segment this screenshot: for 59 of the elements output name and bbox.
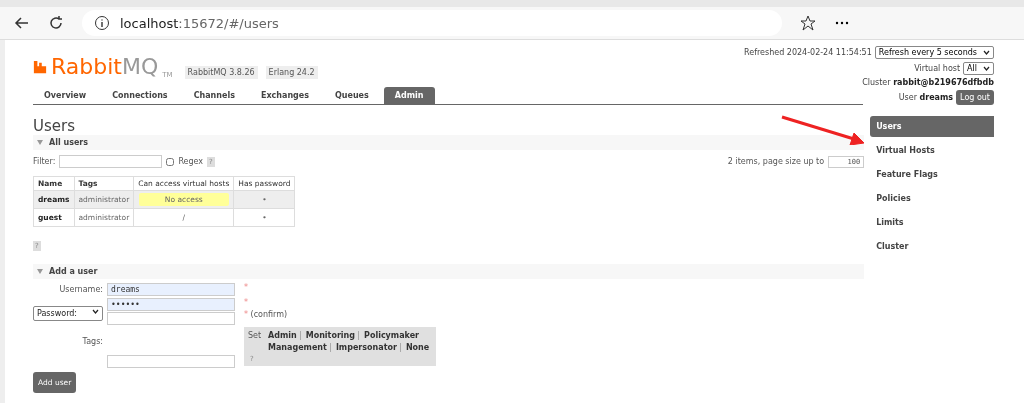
required-mark: *	[244, 310, 248, 319]
tag-link[interactable]: None	[399, 343, 430, 352]
confirm-label: (confirm)	[250, 310, 288, 319]
tag-link[interactable]: Impersonator	[329, 343, 397, 352]
sidebar-item[interactable]: Policies	[870, 188, 994, 209]
star-icon[interactable]	[800, 15, 816, 31]
info-icon[interactable]	[94, 15, 110, 31]
tag-link[interactable]: Policymaker	[358, 331, 420, 340]
back-icon[interactable]	[14, 15, 30, 31]
tags-label: Tags:	[81, 336, 103, 346]
caret-icon	[92, 309, 99, 314]
nav-tab[interactable]: Connections	[101, 87, 179, 104]
refresh-select[interactable]: Refresh every 5 seconds	[874, 46, 994, 59]
logout-button[interactable]: Log out	[956, 90, 994, 105]
nav-tab[interactable]: Overview	[33, 87, 98, 104]
caret-icon	[983, 66, 990, 71]
confirm-field[interactable]	[107, 312, 235, 325]
paging-text: 2 items, page size up to	[727, 157, 825, 166]
section-header[interactable]: Add a user	[33, 264, 865, 279]
tag-link[interactable]: Management	[268, 343, 327, 352]
sidebar-item[interactable]: Users	[870, 116, 994, 137]
username-label: Username:	[58, 284, 103, 294]
sidebar-item[interactable]: Cluster	[870, 236, 994, 257]
page-title: Users	[33, 117, 75, 135]
sidebar-item[interactable]: Limits	[870, 212, 994, 233]
vhost-label: Virtual host	[914, 64, 961, 73]
required-mark: *	[244, 298, 249, 307]
nav-tab[interactable]: Exchanges	[249, 87, 320, 104]
caret-icon	[983, 50, 990, 55]
sidebar-item[interactable]: Feature Flags	[870, 164, 994, 185]
refreshed-time: Refreshed 2024-02-24 11:54:51	[744, 48, 872, 57]
sidebar-item[interactable]: Virtual Hosts	[870, 140, 994, 161]
regex-label: Regex	[178, 157, 204, 166]
required-mark: *	[244, 283, 249, 292]
nav-tab[interactable]: Queues	[324, 87, 380, 104]
cluster-info: Cluster rabbit@b219676dfbdb	[862, 78, 994, 87]
nav-tab[interactable]: Channels	[182, 87, 246, 104]
logo-icon	[33, 58, 47, 75]
tag-link[interactable]: Admin	[268, 331, 297, 340]
version-badge: RabbitMQ 3.8.26	[184, 66, 258, 79]
collapse-icon[interactable]	[37, 140, 43, 145]
tags-field[interactable]	[107, 355, 235, 368]
password-field[interactable]: ••••••	[107, 298, 235, 311]
set-label: Set	[248, 331, 263, 342]
address-bar[interactable]: localhost:15672/#/users	[82, 10, 782, 36]
filter-field[interactable]	[59, 155, 163, 168]
filter-label: Filter:	[33, 157, 56, 166]
logo-text: RabbitMQ	[51, 54, 159, 79]
collapse-icon[interactable]	[37, 269, 43, 274]
user-info: User dreams	[898, 93, 954, 102]
refresh-icon[interactable]	[48, 15, 64, 31]
section-header[interactable]: All users	[33, 135, 865, 150]
tag-link[interactable]: Monitoring	[299, 331, 356, 340]
username-field[interactable]: dreams	[107, 283, 235, 296]
version-badge: Erlang 24.2	[265, 66, 318, 79]
nav-tab[interactable]: Admin	[383, 87, 435, 104]
password-select[interactable]: Password:	[33, 306, 103, 321]
vhost-select[interactable]: All	[963, 62, 994, 75]
regex-checkbox[interactable]	[166, 157, 175, 166]
